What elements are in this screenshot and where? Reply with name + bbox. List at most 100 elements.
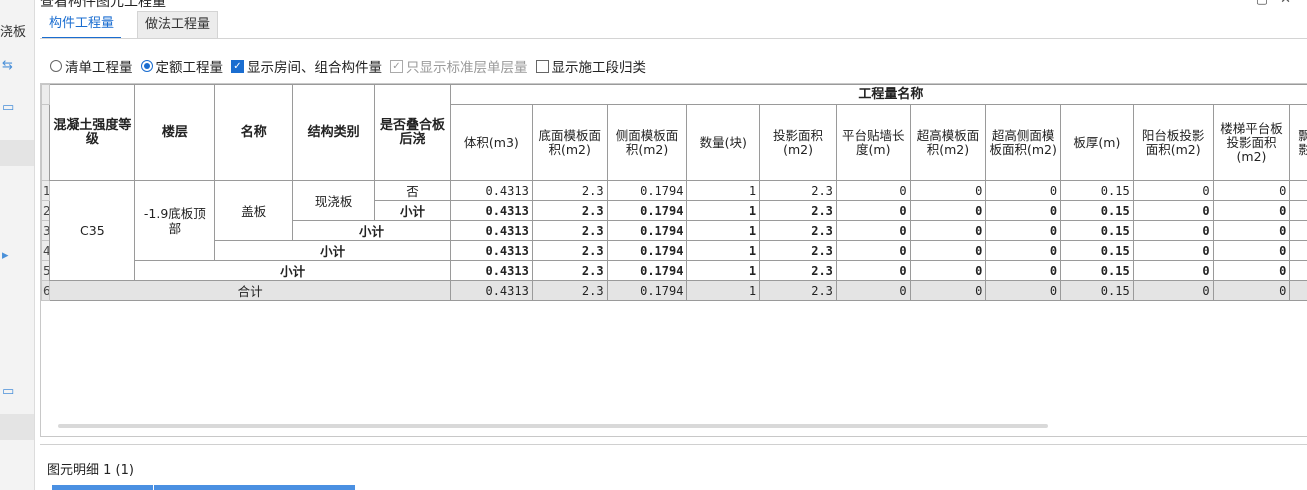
value-cell[interactable]: 0 <box>909 240 987 261</box>
option-quota-quantity[interactable]: 定额工程量 <box>140 56 223 76</box>
value-cell[interactable]: 1 <box>686 180 761 201</box>
header-col-7[interactable]: 超高侧面模板面积(m2) <box>985 104 1062 181</box>
detail-tab-strip[interactable] <box>52 485 355 490</box>
header-col-4[interactable]: 投影面积(m2) <box>759 104 837 181</box>
value-cell[interactable]: 0 <box>985 200 1062 221</box>
header-col-9[interactable]: 阳台板投影面积(m2) <box>1132 104 1214 181</box>
cell-name[interactable]: 盖板 <box>214 180 294 241</box>
header-floor[interactable]: 楼层 <box>134 84 216 181</box>
value-cell[interactable]: 0 <box>909 200 987 221</box>
table-row[interactable]: 4 小计 0.4313 2.3 0.1794 1 2.3 0 0 0 0.15 … <box>41 240 1307 261</box>
value-cell[interactable]: 2.3 <box>531 240 608 261</box>
value-cell[interactable]: 0 <box>835 240 911 261</box>
value-cell[interactable]: 2.3 <box>531 220 608 241</box>
header-col-6[interactable]: 超高模板面积(m2) <box>909 104 987 181</box>
value-cell[interactable]: 0 <box>835 220 911 241</box>
value-cell-truncated[interactable] <box>1289 180 1307 201</box>
horizontal-scrollbar[interactable] <box>58 424 1048 428</box>
cell-grade[interactable]: C35 <box>49 180 136 281</box>
header-col-2[interactable]: 侧面模板面积(m2) <box>606 104 688 181</box>
value-cell[interactable]: 1 <box>686 240 761 261</box>
table-row[interactable]: 5 小计 0.4313 2.3 0.1794 1 2.3 0 0 0 0.15 … <box>41 260 1307 281</box>
value-cell[interactable]: 0.1794 <box>606 280 688 301</box>
value-cell[interactable]: 0.4313 <box>449 260 533 281</box>
value-cell[interactable]: 0 <box>909 180 987 201</box>
option-bill-quantity[interactable]: 清单工程量 <box>50 56 133 76</box>
value-cell[interactable]: 0.1794 <box>606 180 688 201</box>
value-cell[interactable]: 0 <box>1132 240 1214 261</box>
header-col-0[interactable]: 体积(m3) <box>449 104 533 181</box>
value-cell[interactable]: 0 <box>1212 260 1291 281</box>
sidebar-nav-icon[interactable]: ▸ <box>2 248 9 263</box>
cell-floor[interactable]: -1.9底板顶部 <box>134 180 216 261</box>
value-cell[interactable]: 0.15 <box>1060 200 1134 221</box>
value-cell[interactable]: 0.15 <box>1060 240 1134 261</box>
value-cell[interactable]: 2.3 <box>759 180 837 201</box>
value-cell[interactable]: 0.15 <box>1060 180 1134 201</box>
value-cell[interactable]: 2.3 <box>759 240 837 261</box>
sidebar-selected-item-2[interactable] <box>0 414 34 440</box>
value-cell[interactable]: 0 <box>1212 280 1291 301</box>
value-cell[interactable]: 0 <box>1212 240 1291 261</box>
value-cell[interactable]: 0 <box>909 260 987 281</box>
value-cell[interactable]: 1 <box>686 220 761 241</box>
header-name[interactable]: 名称 <box>214 84 294 181</box>
value-cell[interactable]: 0 <box>1132 280 1214 301</box>
radio-icon[interactable] <box>50 60 62 72</box>
value-cell[interactable]: 0 <box>1132 220 1214 241</box>
header-col-1[interactable]: 底面模板面积(m2) <box>531 104 608 181</box>
sidebar-doc-icon[interactable]: ▭ <box>2 384 14 399</box>
header-grade[interactable]: 混凝土强度等级 <box>49 84 136 181</box>
value-cell[interactable]: 0 <box>835 200 911 221</box>
close-icon[interactable]: ✕ <box>1280 0 1303 7</box>
cell-struct-type[interactable]: 现浇板 <box>292 180 376 221</box>
header-col-8[interactable]: 板厚(m) <box>1060 104 1134 181</box>
value-cell[interactable]: 0.4313 <box>449 220 533 241</box>
cell-is-composite[interactable]: 否 <box>374 180 451 201</box>
value-cell-truncated[interactable] <box>1289 200 1307 221</box>
radio-selected-icon[interactable] <box>140 60 153 72</box>
minimize-icon[interactable]: — <box>1231 0 1256 7</box>
tab-component-quantity[interactable]: 构件工程量 <box>42 11 122 39</box>
value-cell[interactable]: 0 <box>1212 200 1291 221</box>
value-cell[interactable]: 0.1794 <box>606 240 688 261</box>
maximize-icon[interactable]: ▢ <box>1256 0 1280 7</box>
value-cell[interactable]: 0.15 <box>1060 260 1134 281</box>
total-row[interactable]: 6 合计 0.4313 2.3 0.1794 1 2.3 0 0 0 0.15 … <box>41 280 1307 301</box>
header-col-5[interactable]: 平台贴墙长度(m) <box>835 104 911 181</box>
table-row[interactable]: 1 C35 -1.9底板顶部 盖板 现浇板 否 0.4313 2.3 0.179… <box>41 180 1307 281</box>
value-cell[interactable]: 0 <box>985 240 1062 261</box>
option-show-room-quantity[interactable]: ✓ 显示房间、组合构件量 <box>231 56 382 76</box>
value-cell-truncated[interactable] <box>1289 260 1307 281</box>
value-cell[interactable]: 0 <box>985 280 1062 301</box>
value-cell[interactable]: 0.4313 <box>449 180 533 201</box>
value-cell[interactable]: 0.15 <box>1060 280 1134 301</box>
panel-divider[interactable] <box>40 444 1307 445</box>
value-cell[interactable]: 1 <box>686 260 761 281</box>
value-cell[interactable]: 1 <box>686 280 761 301</box>
value-cell-truncated[interactable] <box>1289 280 1307 301</box>
header-col-10[interactable]: 楼梯平台板投影面积(m2) <box>1212 104 1291 181</box>
value-cell[interactable]: 2.3 <box>759 220 837 241</box>
value-cell[interactable]: 0 <box>985 180 1062 201</box>
value-cell[interactable]: 0.1794 <box>606 220 688 241</box>
value-cell[interactable]: 2.3 <box>531 260 608 281</box>
sidebar-arrow-icon[interactable]: ⇆ <box>2 58 13 73</box>
value-cell[interactable]: 2.3 <box>531 200 608 221</box>
sidebar-comment-icon[interactable]: ▭ <box>2 100 14 115</box>
value-cell[interactable]: 2.3 <box>759 200 837 221</box>
tab-method-quantity[interactable]: 做法工程量 <box>137 11 219 38</box>
value-cell[interactable]: 2.3 <box>759 260 837 281</box>
header-col-11[interactable]: 飘窗影面 <box>1289 104 1307 181</box>
value-cell[interactable]: 0 <box>1212 220 1291 241</box>
value-cell[interactable]: 0 <box>1212 180 1291 201</box>
header-col-3[interactable]: 数量(块) <box>686 104 761 181</box>
value-cell[interactable]: 0 <box>835 180 911 201</box>
value-cell[interactable]: 0 <box>1132 200 1214 221</box>
checkbox-empty-icon[interactable] <box>535 59 549 73</box>
value-cell[interactable]: 0 <box>835 280 911 301</box>
value-cell[interactable]: 0.4313 <box>449 200 533 221</box>
value-cell[interactable]: 0 <box>1132 180 1214 201</box>
value-cell[interactable]: 1 <box>686 200 761 221</box>
option-show-construction-section[interactable]: 显示施工段归类 <box>535 56 646 76</box>
